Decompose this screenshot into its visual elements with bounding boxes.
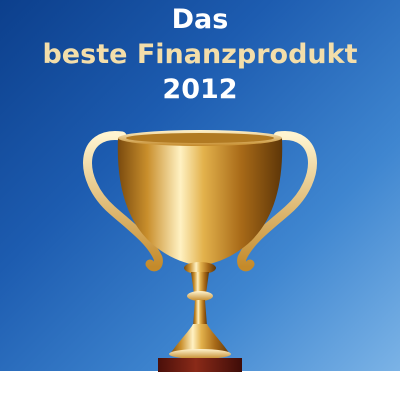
headline-line-2: beste Finanzprodukt — [42, 39, 358, 70]
award-banner: Das beste Finanzprodukt 2012 — [0, 0, 400, 400]
trophy-stem — [191, 272, 209, 294]
headline-line-1: Das — [171, 4, 229, 35]
trophy-cup — [117, 138, 283, 266]
award-headline: Das beste Finanzprodukt 2012 — [0, 6, 400, 111]
headline-line-3: 2012 — [162, 74, 238, 105]
trophy-base — [158, 358, 242, 372]
trophy-icon — [0, 118, 400, 400]
